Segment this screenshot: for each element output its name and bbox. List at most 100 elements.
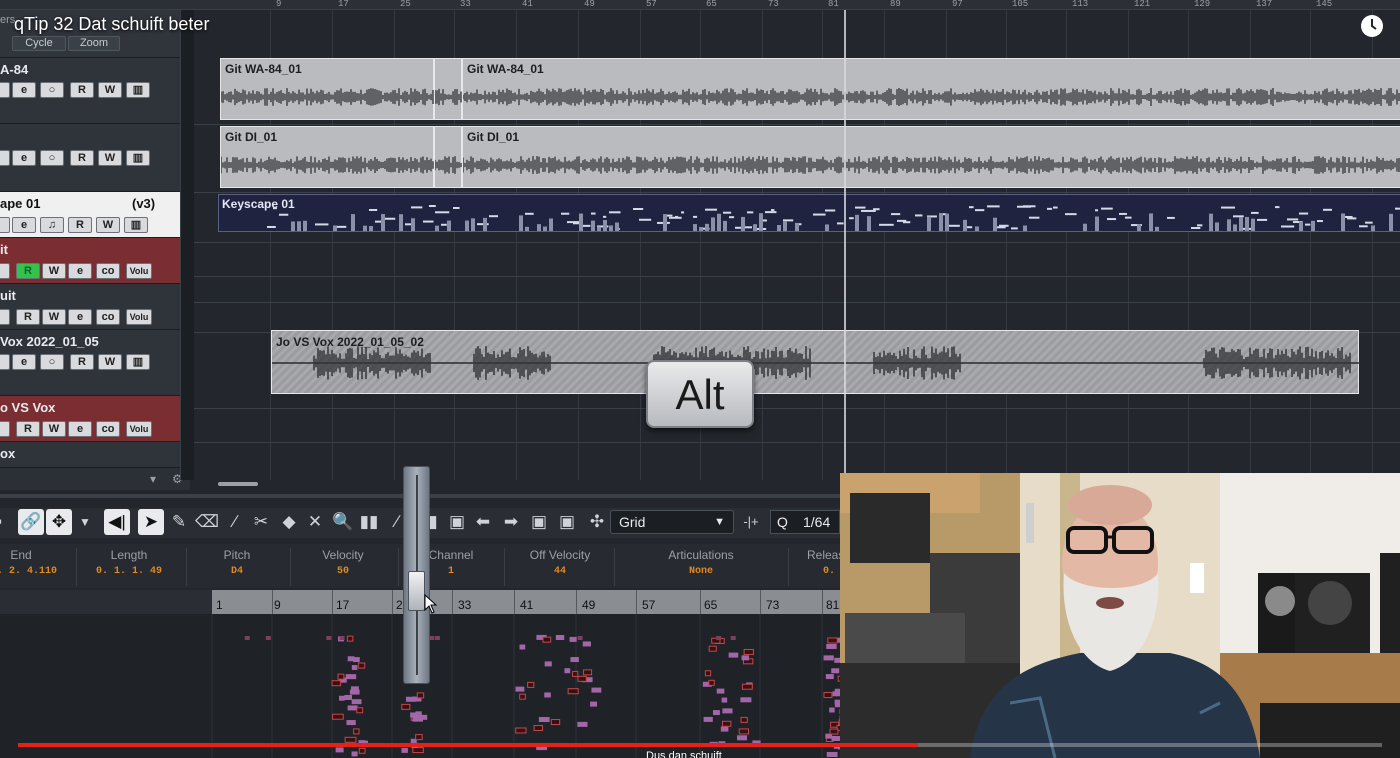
info-length[interactable]: Length 0. 1. 1. 49 — [74, 548, 184, 577]
info-value[interactable]: 44 — [505, 566, 615, 577]
glue-tool-icon[interactable]: ◆ — [276, 509, 302, 535]
read-button[interactable]: R — [70, 150, 94, 166]
track-keyscape[interactable]: ape 01 (v3) e ♫ R W ▥ — [0, 192, 180, 238]
horizontal-scrollbar[interactable] — [218, 482, 258, 486]
track-button[interactable] — [0, 309, 10, 325]
edit-button[interactable]: e — [68, 421, 92, 437]
video-progress-bar[interactable] — [18, 743, 1382, 747]
top-ruler[interactable]: 9 17 25 33 41 49 57 65 73 81 89 97 105 1… — [0, 0, 1400, 10]
link-button[interactable]: co — [96, 263, 120, 279]
track-button[interactable] — [0, 421, 10, 437]
read-button[interactable]: R — [68, 217, 92, 233]
chevron-down-icon[interactable]: ▾ — [150, 472, 156, 486]
chevron-down-icon[interactable]: ▼ — [72, 509, 98, 535]
write-button[interactable]: W — [42, 309, 66, 325]
shrink-icon[interactable]: ▣ — [526, 509, 552, 535]
track-git-di[interactable]: e ○ R W ▥ — [0, 124, 180, 192]
quantize-select[interactable]: Q 1/64 — [770, 510, 840, 534]
midi-clip[interactable]: Keyscape 01 — [218, 194, 1400, 232]
read-button[interactable]: R — [16, 309, 40, 325]
track-vox[interactable]: ox — [0, 442, 180, 468]
monitor-button[interactable]: ○ — [40, 82, 64, 98]
track-button[interactable] — [0, 217, 10, 233]
info-end[interactable]: End 41. 2. 4.110 — [0, 548, 76, 577]
volume-button[interactable]: Volu — [126, 309, 152, 325]
zoom-fader[interactable] — [403, 466, 430, 684]
track-schuift-2[interactable]: uit R W e co Volu — [0, 284, 180, 330]
link-button[interactable]: co — [96, 421, 120, 437]
nudge-left-icon[interactable]: ⬅ — [470, 509, 496, 535]
audio-clip[interactable] — [434, 126, 462, 188]
audio-clip[interactable]: Git WA-84_01 — [220, 58, 434, 120]
grid-type-select[interactable]: Grid ▼ — [610, 510, 734, 534]
info-velocity[interactable]: Velocity 50 — [288, 548, 398, 577]
editor-ruler[interactable]: 1 9 17 25 33 41 49 57 65 73 81 — [212, 590, 840, 614]
info-value[interactable]: None — [646, 566, 756, 577]
write-button[interactable]: W — [98, 150, 122, 166]
info-value[interactable]: 41. 2. 4.110 — [0, 566, 76, 577]
snap-icon[interactable]: ✥ — [46, 509, 72, 535]
mute-tool-icon[interactable]: ✕ — [302, 509, 328, 535]
track-button[interactable] — [0, 354, 10, 370]
audio-clip[interactable]: Git DI_01 — [462, 126, 1400, 188]
arrange-window[interactable]: Git WA-84_01 Git WA-84_01 Git DI_01 Git … — [194, 10, 1400, 480]
scissors-tool-icon[interactable]: ✂ — [248, 509, 274, 535]
read-button[interactable]: R — [70, 82, 94, 98]
splitter[interactable] — [180, 10, 194, 480]
edit-button[interactable]: e — [12, 354, 36, 370]
info-value[interactable]: 50 — [288, 566, 398, 577]
monitor-button[interactable]: ○ — [40, 354, 64, 370]
line-tool-icon[interactable]: ∕ — [222, 509, 248, 535]
step-button[interactable]: ▣ — [444, 509, 470, 535]
edit-button[interactable]: e — [12, 217, 36, 233]
read-button[interactable]: R — [16, 421, 40, 437]
audio-clip[interactable] — [434, 58, 462, 120]
info-pitch[interactable]: Pitch D4 — [182, 548, 292, 577]
edit-button[interactable]: e — [68, 263, 92, 279]
write-button[interactable]: W — [42, 263, 66, 279]
eraser-tool-icon[interactable]: ⌫ — [194, 509, 220, 535]
lanes-button[interactable]: ▥ — [126, 354, 150, 370]
snap-grid-icon[interactable]: ✣ — [584, 509, 610, 535]
read-button[interactable]: R — [16, 263, 40, 279]
info-value[interactable]: 0. 1. 1. 49 — [74, 566, 184, 577]
velocity-tool-icon[interactable]: ▮▮ — [356, 509, 382, 535]
cycle-button[interactable]: Cycle — [12, 36, 66, 51]
monitor-button[interactable]: ○ — [40, 150, 64, 166]
volume-button[interactable]: Volu — [126, 421, 152, 437]
info-value[interactable]: D4 — [182, 566, 292, 577]
pencil-tool-icon[interactable]: ✎ — [166, 509, 192, 535]
track-jo-vs-vox-auto[interactable]: o VS Vox R W e co Volu — [0, 396, 180, 442]
write-button[interactable]: W — [42, 421, 66, 437]
speaker-icon[interactable]: ◀| — [104, 509, 130, 535]
link-button[interactable]: co — [96, 309, 120, 325]
info-off-velocity[interactable]: Off Velocity 44 — [505, 548, 615, 577]
toolbar-button[interactable]: ▪ — [0, 509, 12, 535]
edit-button[interactable]: e — [12, 82, 36, 98]
audio-clip[interactable]: Git WA-84_01 — [462, 58, 1400, 120]
edit-button[interactable]: e — [68, 309, 92, 325]
nudge-right-icon[interactable]: ➡ — [498, 509, 524, 535]
piano-button[interactable]: ♫ — [40, 217, 64, 233]
track-button[interactable] — [0, 82, 10, 98]
track-button[interactable] — [0, 263, 10, 279]
edit-button[interactable]: e — [12, 150, 36, 166]
info-articulations[interactable]: Articulations None — [646, 548, 756, 577]
audio-clip[interactable]: Jo VS Vox 2022_01_05_02 — [271, 330, 1360, 394]
link-icon[interactable]: 🔗 — [18, 509, 44, 535]
track-schuift-1[interactable]: it R W e co Volu — [0, 238, 180, 284]
grow-icon[interactable]: ▣ — [554, 509, 580, 535]
lanes-button[interactable]: ▥ — [126, 150, 150, 166]
track-jo-vs-vox[interactable]: Vox 2022_01_05 e ○ R W ▥ — [0, 330, 180, 396]
fader-knob[interactable] — [408, 571, 425, 611]
write-button[interactable]: W — [98, 354, 122, 370]
zoom-tool-icon[interactable]: 🔍 — [330, 509, 356, 535]
read-button[interactable]: R — [70, 354, 94, 370]
clock-icon[interactable] — [1360, 14, 1384, 38]
volume-button[interactable]: Volu — [126, 263, 152, 279]
arrow-tool-icon[interactable]: ➤ — [138, 509, 164, 535]
quantize-length-icon[interactable]: -|+ — [738, 509, 764, 535]
audio-clip[interactable]: Git DI_01 — [220, 126, 434, 188]
lanes-button[interactable]: ▥ — [126, 82, 150, 98]
lanes-button[interactable]: ▥ — [124, 217, 148, 233]
